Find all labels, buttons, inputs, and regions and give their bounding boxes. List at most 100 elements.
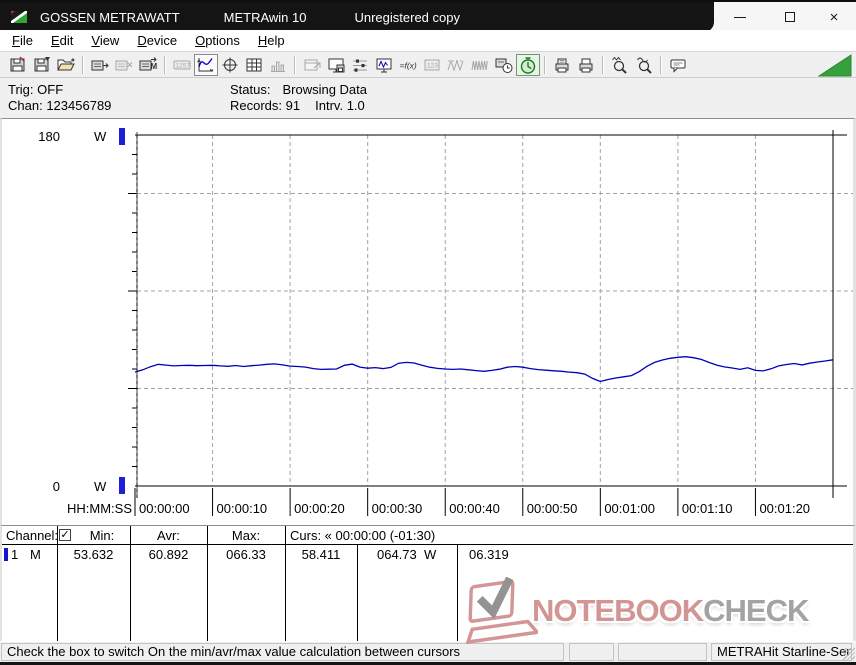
x-tick-label: 00:01:10 xyxy=(682,501,733,516)
close-button[interactable]: × xyxy=(819,2,849,32)
timer-button[interactable] xyxy=(516,53,540,76)
col-header-cursor: Curs: « 00:00:00 (-01:30) xyxy=(290,528,436,543)
col-header-avr: Avr: xyxy=(157,528,180,543)
open-file-button[interactable] xyxy=(54,54,78,76)
toolbar-corner-triangle-icon xyxy=(818,54,852,77)
crosshair-view-button[interactable] xyxy=(218,54,242,76)
annotation-button[interactable] xyxy=(666,54,690,76)
table-vline xyxy=(457,544,458,641)
minimize-icon xyxy=(734,16,746,18)
bargraph-view-button xyxy=(266,54,290,76)
crosshair-view-icon xyxy=(222,57,238,72)
chart-plot-area[interactable]: 00:00:00 00:00:10 00:00:20 00:00:30 00:00:40… xyxy=(0,118,856,525)
resize-grip[interactable] xyxy=(843,648,855,660)
table-vline xyxy=(285,526,286,641)
print-form-button[interactable] xyxy=(550,54,574,76)
app-logo-icon xyxy=(11,11,27,23)
print-form-icon xyxy=(555,58,569,72)
notebookcheck-wordmark: NOTEBOOKCHECK xyxy=(532,593,809,629)
print-button[interactable] xyxy=(574,54,598,76)
records-status: Records: 91 Intrv. 1.0 xyxy=(230,98,365,113)
table-view-icon xyxy=(246,58,262,71)
app-title-area: GOSSEN METRAWATT METRAwin 10 Unregistere… xyxy=(0,2,714,32)
maximize-icon xyxy=(785,12,795,22)
formula-icon: =f(x) xyxy=(400,60,417,70)
save-file-icon xyxy=(10,55,25,71)
toolbar: M 1257 =f(x) 123 xyxy=(0,52,856,78)
device-read-button[interactable] xyxy=(88,54,112,76)
toolbar-separator xyxy=(164,55,166,74)
device-values-button: 123 xyxy=(420,54,444,76)
channel-config-button[interactable] xyxy=(348,54,372,76)
zoom-out-button[interactable] xyxy=(632,54,656,76)
menu-item-options[interactable]: Options xyxy=(186,31,249,50)
svg-text:M: M xyxy=(151,62,158,71)
svg-text:W: W xyxy=(94,479,107,494)
col-header-channel: Channel: xyxy=(6,528,59,543)
export-disk-icon xyxy=(328,58,345,72)
toolbar-separator xyxy=(544,55,546,74)
channel-status: Chan: 123456789 xyxy=(8,98,112,113)
device-stop-button xyxy=(112,54,136,76)
x-tick-label: 00:00:10 xyxy=(217,501,268,516)
plot-borders xyxy=(135,134,847,498)
zoom-in-button[interactable] xyxy=(608,54,632,76)
toolbar-separator xyxy=(660,55,662,74)
col-header-max: Max: xyxy=(231,528,261,543)
print-icon xyxy=(579,58,593,72)
cell-max-value: 066.33 xyxy=(226,547,266,562)
save-as-icon xyxy=(34,56,50,71)
table-vline xyxy=(130,526,131,641)
menu-item-device[interactable]: Device xyxy=(128,31,186,50)
x-tick-label: 00:01:00 xyxy=(604,501,655,516)
minimize-button[interactable] xyxy=(725,2,755,32)
minmax-checkbox[interactable]: ✓ xyxy=(59,529,71,541)
table-vline xyxy=(357,544,358,641)
device-read-icon xyxy=(91,60,109,70)
svg-text:123: 123 xyxy=(427,62,438,69)
export-disk-button[interactable] xyxy=(324,54,348,76)
chart-view-button[interactable] xyxy=(194,53,218,76)
save-as-button[interactable] xyxy=(30,54,54,76)
cell-min-value: 53.632 xyxy=(73,547,114,562)
horizontal-gridlines xyxy=(137,193,853,389)
cell-cursor2-unit: W xyxy=(424,547,437,562)
annotation-icon xyxy=(670,59,686,73)
maximize-button[interactable] xyxy=(775,2,805,32)
formula-button[interactable]: =f(x) xyxy=(396,54,420,76)
notebookcheck-laptop-icon xyxy=(466,577,538,645)
browse-status: Status: Browsing Data xyxy=(230,82,368,97)
monitor-live-icon xyxy=(376,58,392,72)
toolbar-separator xyxy=(82,55,84,74)
wave-single-button xyxy=(444,54,468,76)
svg-text:=f(x): =f(x) xyxy=(400,60,417,70)
channel-config-icon xyxy=(353,59,367,72)
close-icon: × xyxy=(829,8,839,26)
cell-delta-value: 06.319 xyxy=(469,547,509,562)
time-sync-button[interactable] xyxy=(492,54,516,76)
status-right-column: Status: Browsing Data Records: 91 Intrv. 1… xyxy=(230,82,367,114)
y-axis-ticks xyxy=(128,154,137,467)
menu-item-file[interactable]: File xyxy=(3,31,42,50)
channel-color-marker xyxy=(4,548,8,561)
menu-item-edit[interactable]: Edit xyxy=(42,31,82,50)
zoom-in-icon xyxy=(612,56,627,74)
save-file-button[interactable] xyxy=(6,54,30,76)
monitor-live-button[interactable] xyxy=(372,54,396,76)
watermark-notebook-text: NOTEBOOK xyxy=(532,593,704,628)
time-sync-icon xyxy=(495,58,513,73)
cell-cursor1-value: 58.411 xyxy=(301,547,341,562)
toolbar-separator xyxy=(602,55,604,74)
col-header-min: Min: xyxy=(89,528,115,543)
menu-item-help[interactable]: Help xyxy=(249,31,294,50)
device-memory-button[interactable]: M xyxy=(136,54,160,76)
menu-item-view[interactable]: View xyxy=(82,31,128,50)
window-title-unregistered: Unregistered copy xyxy=(354,9,460,25)
y-axis-cursor-handles[interactable] xyxy=(119,128,125,494)
x-tick-label: 00:00:00 xyxy=(139,501,190,516)
table-vline xyxy=(207,526,208,641)
y-axis-labels: 180 W 0 W xyxy=(38,129,107,494)
table-view-button[interactable] xyxy=(242,54,266,76)
wave-multi-button xyxy=(468,54,492,76)
device-status-panel: Trig: OFF Chan: 123456789 Status: Browsin… xyxy=(0,78,856,118)
